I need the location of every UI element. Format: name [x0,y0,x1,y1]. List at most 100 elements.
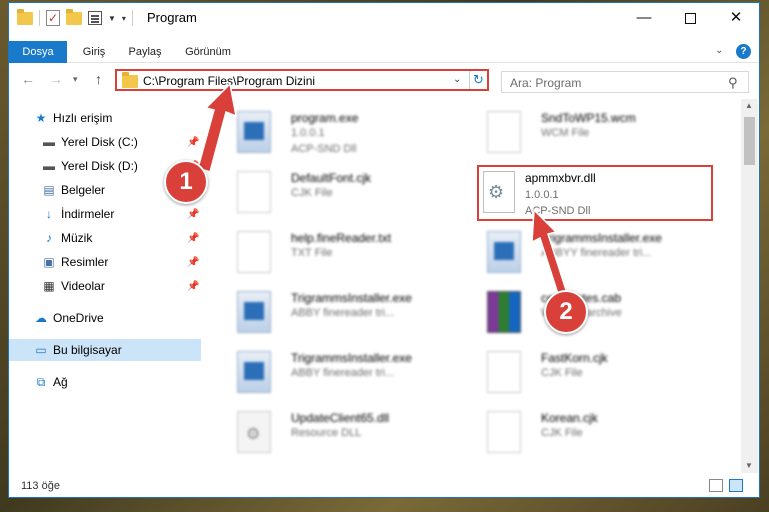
tab-file[interactable]: Dosya [9,41,67,63]
address-path[interactable]: C:\Program Files\Program Dizini [143,74,315,88]
maximize-button[interactable] [667,3,713,33]
file-list: program.exe 1.0.0.1 ACP-SND Dll SndToWP1… [209,103,737,473]
ribbon-expand-icon[interactable]: ⌄ [715,45,723,56]
window-title: Program [147,10,197,25]
refresh-icon[interactable]: ↻ [473,72,484,88]
file-name: help.fineReader.txt [291,231,392,245]
file-icon [237,171,271,213]
properties-icon[interactable] [88,11,102,25]
help-icon[interactable]: ? [736,44,751,59]
sidebar-item-label: Müzik [61,231,93,245]
scroll-thumb[interactable] [744,117,755,165]
sidebar-item-label: Resimler [61,255,109,269]
list-item[interactable]: TrigrammsInstaller.exe ABBYY finereader … [469,227,709,283]
sidebar-item-videos[interactable]: ▦ Videolar 📌 [9,275,201,297]
toolbar-separator [131,10,133,26]
address-divider [469,71,470,89]
file-type: ABBY finereader tri... [291,307,395,319]
list-item[interactable]: FastKorn.cjk CJK File [469,347,709,403]
customize-toolbar-icon[interactable]: ▾ [122,14,126,23]
scroll-down-icon[interactable]: ▼ [745,461,753,470]
file-type: CJK File [291,187,333,199]
sidebar-item-music[interactable]: ♪ Müzik 📌 [9,227,201,249]
sidebar-item-onedrive[interactable]: ☁ OneDrive [9,307,201,329]
pictures-icon: ▣ [43,255,55,269]
file-name: SndToWP15.wcm [541,111,636,125]
list-item[interactable]: program.exe 1.0.0.1 ACP-SND Dll [219,107,459,163]
tab-home[interactable]: Giriş [79,41,109,63]
list-item[interactable]: Korean.cjk CJK File [469,407,709,463]
address-bar[interactable]: C:\Program Files\Program Dizini ⌄ ↻ [115,69,489,91]
pin-icon: 📌 [187,256,200,268]
maximize-icon [684,12,696,24]
tab-view[interactable]: Görünüm [181,41,235,63]
list-item[interactable]: certificates.cab WinRAR archive [469,287,709,343]
sidebar-item-label: Belgeler [61,183,106,197]
navigation-bar: ← → ▾ ↑ C:\Program Files\Program Dizini … [9,63,759,97]
file-type: WCM File [541,127,590,139]
sidebar-item-label: Yerel Disk (D:) [61,159,138,173]
navigation-pane: ★ Hızlı erişim ▬ Yerel Disk (C:) 📌 ▬ Yer… [9,103,207,473]
sidebar-item-label: Yerel Disk (C:) [61,135,138,149]
file-description: ACP-SND Dll [525,205,591,217]
sidebar-item-label: Hızlı erişim [53,111,113,125]
sidebar-item-this-pc[interactable]: ▭ Bu bilgisayar [9,339,201,361]
scroll-up-icon[interactable]: ▲ [745,101,753,110]
search-icon[interactable]: ⚲ [728,75,738,91]
list-item[interactable]: SndToWP15.wcm WCM File [469,107,709,163]
file-icon [487,411,521,453]
status-bar: 113 öğe [9,475,759,497]
computer-icon: ▭ [35,343,47,357]
sidebar-item-network[interactable]: ⧉ Ağ [9,371,201,393]
forward-button[interactable]: → [49,71,63,87]
list-item[interactable]: TrigrammsInstaller.exe ABBY finereader t… [219,347,459,403]
tiles-view-icon[interactable] [729,479,743,492]
file-name: UpdateClient65.dll [291,411,390,425]
ribbon: Dosya Giriş Paylaş Görünüm ⌄ ? [9,41,759,63]
file-type: ABBY finereader tri... [291,367,395,379]
archive-file-icon [487,291,521,333]
file-name: TrigrammsInstaller.exe [291,291,412,305]
list-item[interactable]: TrigrammsInstaller.exe ABBY finereader t… [219,287,459,343]
search-input[interactable]: Ara: Program ⚲ [501,71,749,93]
file-icon [487,351,521,393]
vertical-scrollbar[interactable]: ▲ ▼ [741,99,758,473]
minimize-button[interactable]: — [621,3,667,33]
list-item[interactable]: DefaultFont.cjk CJK File [219,167,459,223]
file-type: ABBYY finereader tri... [541,247,652,259]
properties-check-icon[interactable]: ✓ [46,10,60,26]
list-item[interactable]: help.fineReader.txt TXT File [219,227,459,283]
highlighted-dll-file[interactable]: ⚙ apmmxbvr.dll 1.0.0.1 ACP-SND Dll [477,165,713,221]
sidebar-item-label: OneDrive [53,311,104,325]
music-icon: ♪ [46,231,52,245]
sidebar-item-pictures[interactable]: ▣ Resimler 📌 [9,251,201,273]
tab-share[interactable]: Paylaş [125,41,165,63]
file-type: TXT File [291,247,333,259]
sidebar-item-label: Videolar [61,279,105,293]
file-name: TrigrammsInstaller.exe [541,231,662,245]
back-button[interactable]: ← [21,71,35,87]
sidebar-item-downloads[interactable]: ↓ İndirmeler 📌 [9,203,201,225]
address-dropdown-icon[interactable]: ⌄ [453,74,461,85]
sidebar-item-quick-access[interactable]: ★ Hızlı erişim [9,107,201,129]
exe-file-icon [237,291,271,333]
list-item[interactable]: UpdateClient65.dll Resource DLL [219,407,459,463]
chevron-down-icon[interactable]: ▼ [108,14,116,23]
sidebar-item-local-disk-c[interactable]: ▬ Yerel Disk (C:) 📌 [9,131,201,153]
pin-icon: 📌 [187,208,200,220]
file-name: apmmxbvr.dll [525,171,596,185]
exe-file-icon [487,231,521,273]
up-button[interactable]: ↑ [95,71,102,87]
dll-file-icon [237,411,271,453]
folder-icon [17,8,33,25]
quick-access-toolbar: ✓ ▼ ▾ [17,8,133,27]
pin-icon: 📌 [187,280,200,292]
close-button[interactable]: ✕ [713,3,759,33]
recent-locations-button[interactable]: ▾ [73,74,78,85]
gear-icon: ⚙ [488,182,505,202]
file-description: ACP-SND Dll [291,143,357,155]
details-view-icon[interactable] [709,479,723,492]
new-folder-icon[interactable] [66,8,82,25]
download-icon: ↓ [46,207,52,221]
file-name: DefaultFont.cjk [291,171,372,185]
